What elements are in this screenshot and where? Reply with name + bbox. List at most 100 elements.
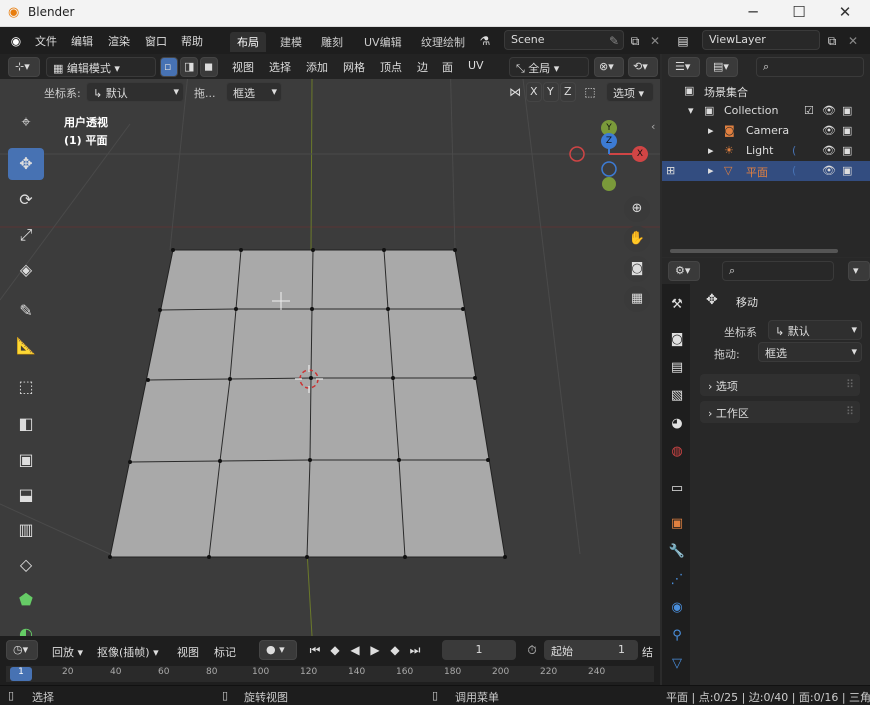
marker-menu[interactable]: 标记 xyxy=(214,644,236,660)
menu-uv[interactable]: UV xyxy=(468,59,484,72)
jump-start-icon[interactable]: ⏮ xyxy=(305,640,325,660)
edge-select-button[interactable]: ◨ xyxy=(180,57,198,77)
menu-render[interactable]: 渲染 xyxy=(108,33,130,49)
coord-system-select[interactable]: ↳ 默认 ▾ xyxy=(86,82,184,102)
sidebar-toggle-icon[interactable]: ‹ xyxy=(651,120,655,133)
menu-face[interactable]: 面 xyxy=(442,59,453,75)
world-tab-icon[interactable]: ◍ xyxy=(666,441,688,463)
transform-tool-icon[interactable]: ◈ xyxy=(8,254,44,286)
outliner-scrollbar[interactable] xyxy=(670,249,838,253)
checkbox-icon[interactable]: ☑ xyxy=(804,104,814,117)
camera-view-icon[interactable]: ◙ xyxy=(624,256,650,282)
menu-file[interactable]: 文件 xyxy=(35,33,57,49)
poly-build-tool-icon[interactable]: ⬟ xyxy=(8,584,44,616)
next-keyframe-icon[interactable]: ◆ xyxy=(385,640,405,660)
particles-tab-icon[interactable]: ⋰ xyxy=(666,569,688,591)
bevel-tool-icon[interactable]: ⬓ xyxy=(8,479,44,511)
outliner-row-plane[interactable]: ⊞ ▸ ▽ 平面 ( 👁 ▣ xyxy=(662,161,870,181)
view-layer-tab-icon[interactable]: ▧ xyxy=(666,385,688,407)
mirror-x-button[interactable]: X xyxy=(526,82,542,102)
display-mode-button[interactable]: ▤▾ xyxy=(706,57,738,77)
record-button[interactable]: ● ▾ xyxy=(259,640,297,660)
menu-select[interactable]: 选择 xyxy=(269,59,291,75)
drag-select[interactable]: 框选 ▾ xyxy=(226,82,282,102)
outliner-row-scene-collection[interactable]: ▣ 场景集合 xyxy=(662,81,870,101)
menu-mesh[interactable]: 网格 xyxy=(343,59,365,75)
menu-edge[interactable]: 边 xyxy=(417,59,428,75)
panel-workspace[interactable]: › 工作区 ⠿ xyxy=(700,401,860,423)
new-viewlayer-icon[interactable]: ⧉ xyxy=(822,31,842,51)
properties-search-input[interactable]: ⌕ xyxy=(722,261,834,281)
mirror-z-button[interactable]: Z xyxy=(560,82,576,102)
minimize-button[interactable]: ─ xyxy=(730,1,776,25)
panel-options[interactable]: › 选项 ⠿ xyxy=(700,374,860,396)
keying-menu[interactable]: 抠像(插帧) ▾ xyxy=(97,644,159,660)
timeline-view-menu[interactable]: 视图 xyxy=(177,644,199,660)
snap-button[interactable]: ⟲▾ xyxy=(628,57,658,77)
gizmo-z-axis[interactable]: Z xyxy=(601,133,617,149)
data-tab-icon[interactable]: ▽ xyxy=(666,653,688,675)
add-cube-tool-icon[interactable]: ⬚ xyxy=(8,371,44,403)
timeline-editor-type-button[interactable]: ◷▾ xyxy=(6,640,38,660)
blender-menu-icon[interactable]: ◉ xyxy=(6,31,26,51)
annotate-tool-icon[interactable]: ✎ xyxy=(8,295,44,327)
eye-icon[interactable]: 👁 xyxy=(822,144,836,157)
gizmo-x-axis[interactable]: X xyxy=(632,146,648,162)
3d-viewport[interactable]: Y Z X 用户透视 (1) 平面 ⊕ ✋ ◙ ▦ ‹ xyxy=(0,54,660,636)
inset-tool-icon[interactable]: ▣ xyxy=(8,444,44,476)
tab-texture-paint[interactable]: 纹理绘制 xyxy=(414,32,472,52)
tab-modeling[interactable]: 建模 xyxy=(273,32,309,52)
object-tab-icon[interactable]: ▣ xyxy=(666,513,688,535)
playhead[interactable]: 1 xyxy=(10,667,32,681)
play-reverse-icon[interactable]: ◀ xyxy=(345,640,365,660)
vertex-select-button[interactable]: ▫ xyxy=(160,57,178,77)
cursor-tool-icon[interactable]: ⌖ xyxy=(8,106,44,138)
prev-keyframe-icon[interactable]: ◆ xyxy=(325,640,345,660)
timeline-ruler[interactable]: 1 20 40 60 80 100 120 140 160 180 200 22… xyxy=(6,666,654,682)
eye-icon[interactable]: 👁 xyxy=(822,104,836,117)
outliner-row-light[interactable]: ▸ ☀ Light ( 👁 ▣ xyxy=(662,141,870,161)
render-camera-icon[interactable]: ▣ xyxy=(842,164,852,177)
remove-viewlayer-icon[interactable]: ✕ xyxy=(843,31,863,51)
outliner-row-collection[interactable]: ▾ ▣ Collection ☑ 👁 ▣ xyxy=(662,101,870,121)
move-tool-icon[interactable]: ✥ xyxy=(8,148,44,180)
menu-add[interactable]: 添加 xyxy=(306,59,328,75)
rotate-tool-icon[interactable]: ⟳ xyxy=(8,184,44,216)
properties-options-button[interactable]: ▾ xyxy=(848,261,870,281)
auto-merge-icon[interactable]: ⬚ xyxy=(580,82,600,102)
drag-handle-icon[interactable]: ⠿ xyxy=(846,378,854,391)
menu-help[interactable]: 帮助 xyxy=(181,33,203,49)
outliner-search-input[interactable]: ⌕ xyxy=(756,57,864,77)
render-camera-icon[interactable]: ▣ xyxy=(842,124,852,137)
loop-cut-tool-icon[interactable]: ▥ xyxy=(8,514,44,546)
prop-drag-select[interactable]: 框选 ▾ xyxy=(758,342,862,362)
options-dropdown[interactable]: 选项 ▾ xyxy=(606,82,654,102)
end-frame-label[interactable]: 结 xyxy=(642,644,653,660)
viewlayer-selector-icon[interactable]: ▤ xyxy=(673,31,693,51)
extrude-tool-icon[interactable]: ◧ xyxy=(8,408,44,440)
tab-sculpt[interactable]: 雕刻 xyxy=(314,32,350,52)
scale-tool-icon[interactable]: ⤢ xyxy=(8,219,44,251)
jump-end-icon[interactable]: ⏭ xyxy=(405,640,425,660)
zoom-icon[interactable]: ⊕ xyxy=(624,196,650,222)
modifier-tab-icon[interactable]: 🔧 xyxy=(666,541,688,563)
output-tab-icon[interactable]: ▤ xyxy=(666,357,688,379)
scene-tab-icon[interactable]: ◕ xyxy=(666,413,688,435)
drag-handle-icon[interactable]: ⠿ xyxy=(846,405,854,418)
editor-type-button[interactable]: ⊹▾ xyxy=(8,57,40,77)
render-camera-icon[interactable]: ▣ xyxy=(842,104,852,117)
ortho-grid-icon[interactable]: ▦ xyxy=(624,286,650,312)
new-scene-icon[interactable]: ⧉ xyxy=(625,31,645,51)
expand-arrow-icon[interactable]: ▾ xyxy=(688,104,694,117)
tab-layout[interactable]: 布局 xyxy=(230,32,266,52)
mirror-y-button[interactable]: Y xyxy=(543,82,559,102)
pan-hand-icon[interactable]: ✋ xyxy=(624,226,650,252)
pivot-point-button[interactable]: ⊗▾ xyxy=(594,57,624,77)
tab-uv-editing[interactable]: UV编辑 xyxy=(357,32,409,52)
remove-scene-icon[interactable]: ✕ xyxy=(645,31,665,51)
menu-view[interactable]: 视图 xyxy=(232,59,254,75)
expand-arrow-icon[interactable]: ▸ xyxy=(708,164,714,177)
transform-orientation-select[interactable]: ⤡ 全局 ▾ xyxy=(509,57,589,77)
scene-selector-icon[interactable]: ⚗ xyxy=(475,31,495,51)
prop-coord-select[interactable]: ↳ 默认 ▾ xyxy=(768,320,862,340)
